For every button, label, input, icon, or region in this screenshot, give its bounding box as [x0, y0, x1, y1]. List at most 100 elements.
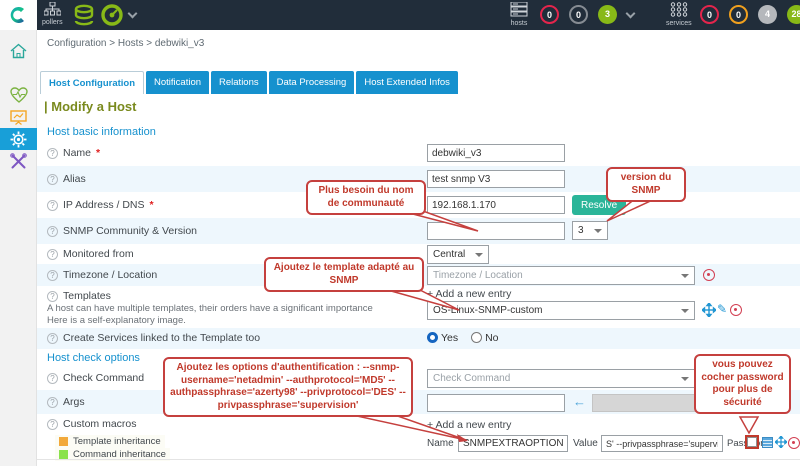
- sidebar-item-administration[interactable]: [0, 150, 37, 172]
- snmp-community-input[interactable]: [427, 222, 565, 240]
- services-critical-count[interactable]: 0: [700, 5, 719, 24]
- orange-swatch-icon: [59, 437, 68, 446]
- sidebar: [0, 30, 37, 466]
- hosts-icon: [510, 2, 528, 17]
- pollers-icon: [44, 2, 61, 16]
- sidebar-item-configuration[interactable]: [0, 128, 37, 150]
- timezone-select[interactable]: Timezone / Location: [427, 266, 695, 285]
- callout-community: Plus besoin du nom de communauté: [306, 180, 426, 215]
- macro-value-input[interactable]: [601, 435, 723, 452]
- tab-bar: Host Configuration Notification Relation…: [40, 71, 458, 94]
- help-icon[interactable]: ?: [47, 200, 58, 211]
- required-asterisk: *: [150, 199, 154, 211]
- callout-password: vous pouvez cocher password pour plus de…: [694, 354, 791, 414]
- macro-delete-icon[interactable]: [788, 437, 800, 449]
- snmp-version-select[interactable]: 3: [572, 221, 608, 240]
- timezone-clear-icon[interactable]: [703, 269, 715, 281]
- create-services-yes-radio[interactable]: [427, 332, 438, 343]
- topbar-chevron-down-icon[interactable]: [128, 9, 138, 19]
- template-move-icon[interactable]: [702, 303, 716, 320]
- top-bar: pollers: [0, 0, 800, 30]
- help-icon[interactable]: ?: [47, 226, 58, 237]
- help-icon[interactable]: ?: [47, 419, 58, 430]
- template-select[interactable]: OS-Linux-SNMP-custom: [427, 301, 695, 320]
- centreon-logo[interactable]: [0, 0, 37, 30]
- services-ok-count[interactable]: 28: [787, 5, 800, 24]
- row-snmp: ? SNMP Community & Version: [37, 218, 800, 244]
- monitored-from-value: Central: [433, 249, 465, 260]
- hosts-chevron-down-icon[interactable]: [626, 9, 636, 19]
- help-icon[interactable]: ?: [47, 291, 58, 302]
- args-label: Args: [63, 396, 85, 408]
- section-host-basic-information: Host basic information: [47, 126, 156, 138]
- tab-host-extended-infos[interactable]: Host Extended Infos: [356, 71, 458, 94]
- sidebar-item-home[interactable]: [0, 40, 37, 62]
- services-status-group[interactable]: services: [666, 2, 692, 27]
- green-swatch-icon: [59, 450, 68, 459]
- chevron-down-icon: [475, 253, 483, 257]
- create-services-no-label: No: [485, 332, 498, 344]
- macro-name-input[interactable]: [458, 435, 568, 452]
- template-selected-value: OS-Linux-SNMP-custom: [433, 305, 542, 316]
- snmp-label: SNMP Community & Version: [63, 225, 197, 237]
- tab-data-processing[interactable]: Data Processing: [269, 71, 355, 94]
- help-icon[interactable]: ?: [47, 333, 58, 344]
- services-icon: [670, 2, 688, 17]
- sidebar-item-reporting[interactable]: [0, 106, 37, 128]
- services-warning-count[interactable]: 0: [729, 5, 748, 24]
- sidebar-item-monitoring[interactable]: [0, 84, 37, 106]
- help-icon[interactable]: ?: [47, 249, 58, 260]
- template-delete-icon[interactable]: [730, 304, 742, 316]
- templates-help-link[interactable]: Here is a self-explanatory image.: [47, 315, 186, 326]
- row-name: ? Name *: [37, 140, 800, 166]
- help-icon[interactable]: ?: [47, 148, 58, 159]
- hosts-status-group[interactable]: hosts: [510, 2, 528, 27]
- macro-move-icon[interactable]: [775, 436, 787, 451]
- alias-input[interactable]: [427, 170, 565, 188]
- hosts-down-count[interactable]: 0: [540, 5, 559, 24]
- macro-list-icon[interactable]: [762, 437, 773, 448]
- database-icon: [72, 3, 96, 27]
- args-transfer-arrow-icon[interactable]: ←: [573, 394, 586, 409]
- help-icon[interactable]: ?: [47, 397, 58, 408]
- create-services-no-radio[interactable]: [471, 332, 482, 343]
- help-icon[interactable]: ?: [47, 174, 58, 185]
- tab-host-configuration[interactable]: Host Configuration: [40, 71, 144, 94]
- macro-password-checkbox[interactable]: [747, 437, 757, 447]
- monitored-from-select[interactable]: Central: [427, 245, 489, 264]
- template-edit-icon[interactable]: ✎: [717, 302, 727, 316]
- centreon-host-config-screen: pollers: [0, 0, 800, 466]
- tab-notification[interactable]: Notification: [146, 71, 209, 94]
- help-icon[interactable]: ?: [47, 270, 58, 281]
- monitored-from-label: Monitored from: [63, 248, 134, 260]
- database-status[interactable]: [72, 3, 96, 29]
- chevron-down-icon: [681, 274, 689, 278]
- breadcrumb[interactable]: Configuration > Hosts > debwiki_v3: [47, 38, 204, 49]
- chevron-down-icon: [681, 377, 689, 381]
- section-host-check-options: Host check options: [47, 352, 140, 364]
- home-icon: [10, 43, 27, 59]
- hosts-pending-count[interactable]: 0: [569, 5, 588, 24]
- macros-add-entry-link[interactable]: + Add a new entry: [427, 419, 511, 431]
- args-input[interactable]: [427, 394, 565, 412]
- timezone-placeholder: Timezone / Location: [433, 270, 523, 281]
- check-command-label: Check Command: [63, 372, 144, 384]
- check-command-select[interactable]: Check Command: [427, 369, 695, 388]
- gauge-status[interactable]: [100, 3, 124, 29]
- services-pending-count[interactable]: 4: [758, 5, 777, 24]
- chevron-down-icon: [681, 309, 689, 313]
- ip-input[interactable]: [427, 196, 565, 214]
- templates-help-text: A host can have multiple templates, thei…: [47, 303, 373, 314]
- gauge-icon: [100, 3, 124, 27]
- chart-board-icon: [10, 109, 27, 125]
- tab-relations[interactable]: Relations: [211, 71, 267, 94]
- hosts-up-count[interactable]: 3: [598, 5, 617, 24]
- help-icon[interactable]: ?: [47, 373, 58, 384]
- custom-macros-label: Custom macros: [63, 418, 137, 430]
- name-input[interactable]: [427, 144, 565, 162]
- templates-add-entry-link[interactable]: + Add a new entry: [427, 288, 511, 300]
- pollers-menu[interactable]: pollers: [42, 2, 63, 26]
- macro-value-label: Value: [573, 438, 598, 449]
- gear-icon: [10, 131, 27, 148]
- required-asterisk: *: [96, 147, 100, 159]
